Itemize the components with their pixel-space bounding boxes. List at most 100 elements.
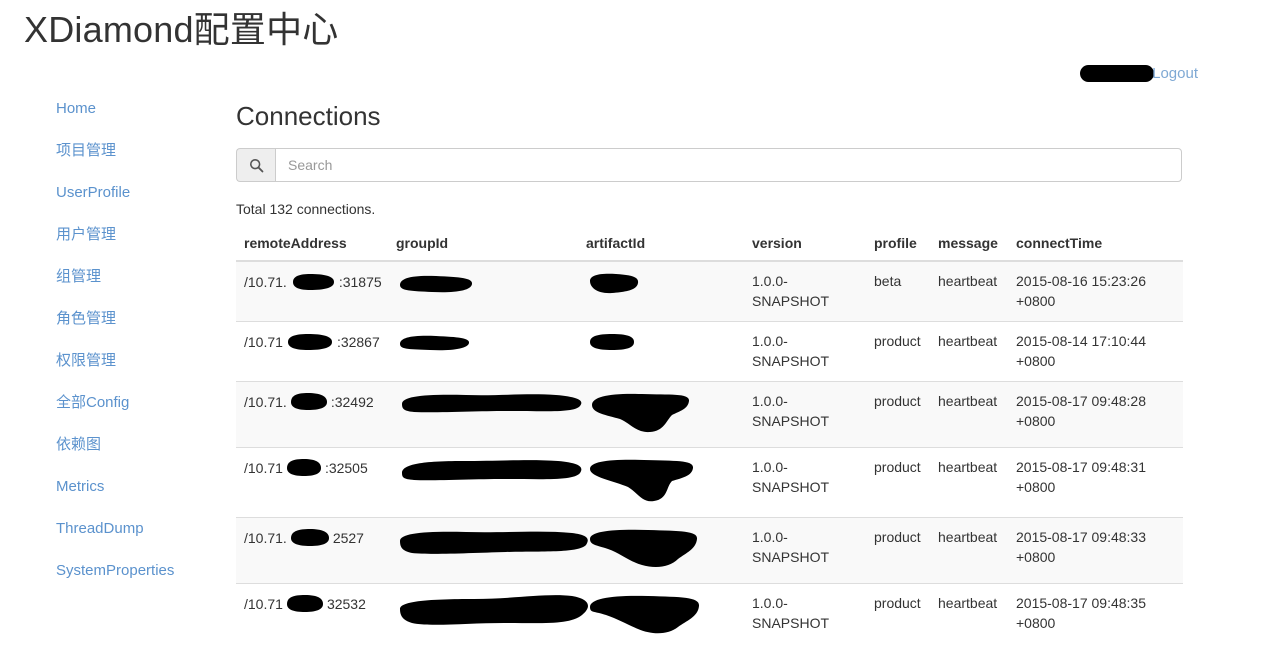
username-redaction — [1080, 65, 1154, 82]
cell-remoteaddress: /10.71. :31875 — [236, 261, 388, 322]
sidebar-item-all-config[interactable]: 全部Config — [0, 382, 226, 424]
cell-remoteaddress: /10.71. 2527 — [236, 518, 388, 584]
remote-address-port: :31875 — [339, 272, 382, 292]
cell-groupid — [388, 448, 578, 518]
cell-message: heartbeat — [930, 382, 1008, 448]
sidebar-item-dependency-graph[interactable]: 依赖图 — [0, 424, 226, 466]
cell-version: 1.0.0-SNAPSHOT — [744, 322, 866, 382]
redaction-mark-groupid — [396, 593, 596, 639]
cell-groupid — [388, 261, 578, 322]
connections-table-body: /10.71. :31875 — [236, 261, 1183, 649]
cell-artifactid — [578, 382, 744, 448]
cell-groupid — [388, 584, 578, 649]
sidebar-item-group-management[interactable]: 组管理 — [0, 256, 226, 298]
column-header-profile[interactable]: profile — [866, 227, 930, 261]
remote-address-prefix: /10.71 — [244, 458, 283, 478]
cell-connecttime: 2015-08-16 15:23:26 +0800 — [1008, 261, 1183, 322]
redaction-mark-groupid — [396, 391, 586, 421]
cell-artifactid — [578, 322, 744, 382]
cell-remoteaddress: /10.71 :32505 — [236, 448, 388, 518]
remote-address-port: :32505 — [325, 458, 368, 478]
column-header-message[interactable]: message — [930, 227, 1008, 261]
cell-version: 1.0.0-SNAPSHOT — [744, 448, 866, 518]
remote-address-port: 2527 — [333, 528, 364, 548]
redaction-mark-groupid — [396, 457, 586, 489]
table-row[interactable]: /10.71. :32492 — [236, 382, 1183, 448]
table-row[interactable]: /10.71. 2527 — [236, 518, 1183, 584]
redaction-mark-groupid — [396, 331, 474, 355]
redaction-mark-artifactid — [586, 527, 702, 573]
redaction-mark-artifactid — [586, 593, 704, 639]
cell-connecttime: 2015-08-17 09:48:31 +0800 — [1008, 448, 1183, 518]
redaction-mark-artifactid — [586, 391, 694, 437]
cell-profile: product — [866, 382, 930, 448]
cell-version: 1.0.0-SNAPSHOT — [744, 261, 866, 322]
remote-address-prefix: /10.71. — [244, 528, 287, 548]
sidebar-item-home[interactable]: Home — [0, 88, 226, 130]
remote-address-port: 32532 — [327, 594, 366, 614]
cell-profile: product — [866, 322, 930, 382]
search-input[interactable] — [275, 148, 1182, 182]
cell-groupid — [388, 518, 578, 584]
cell-connecttime: 2015-08-14 17:10:44 +0800 — [1008, 322, 1183, 382]
search-icon[interactable] — [236, 148, 275, 182]
column-header-remoteaddress[interactable]: remoteAddress — [236, 227, 388, 261]
column-header-version[interactable]: version — [744, 227, 866, 261]
sidebar-item-metrics[interactable]: Metrics — [0, 466, 226, 508]
total-connections-text: Total 132 connections. — [236, 199, 1183, 219]
cell-connecttime: 2015-08-17 09:48:35 +0800 — [1008, 584, 1183, 649]
cell-message: heartbeat — [930, 448, 1008, 518]
cell-version: 1.0.0-SNAPSHOT — [744, 518, 866, 584]
sidebar-item-user-management[interactable]: 用户管理 — [0, 214, 226, 256]
remote-address-prefix: /10.71 — [244, 332, 283, 352]
connections-table: remoteAddress groupId artifactId version… — [236, 227, 1183, 649]
cell-artifactid — [578, 448, 744, 518]
remote-address-prefix: /10.71. — [244, 272, 287, 292]
column-header-groupid[interactable]: groupId — [388, 227, 578, 261]
table-row[interactable]: /10.71 32532 — [236, 584, 1183, 649]
cell-message: heartbeat — [930, 322, 1008, 382]
page-title: XDiamond配置中心 — [24, 8, 338, 52]
remote-address-prefix: /10.71 — [244, 594, 283, 614]
cell-message: heartbeat — [930, 518, 1008, 584]
redaction-mark-artifactid — [586, 457, 698, 507]
redaction-mark-groupid — [396, 527, 592, 561]
sidebar-item-project[interactable]: 项目管理 — [0, 130, 226, 172]
sidebar-item-userprofile[interactable]: UserProfile — [0, 172, 226, 214]
redaction-mark-address — [284, 331, 336, 353]
cell-message: heartbeat — [930, 261, 1008, 322]
cell-connecttime: 2015-08-17 09:48:28 +0800 — [1008, 382, 1183, 448]
column-header-artifactid[interactable]: artifactId — [578, 227, 744, 261]
sidebar-item-permission[interactable]: 权限管理 — [0, 340, 226, 382]
cell-remoteaddress: /10.71 32532 — [236, 584, 388, 649]
account-strip: Logout — [1080, 62, 1198, 84]
sidebar-item-threaddump[interactable]: ThreadDump — [0, 508, 226, 550]
search-bar — [236, 148, 1182, 182]
cell-artifactid — [578, 584, 744, 649]
cell-version: 1.0.0-SNAPSHOT — [744, 382, 866, 448]
cell-profile: product — [866, 518, 930, 584]
redaction-mark-groupid — [396, 271, 476, 297]
cell-groupid — [388, 382, 578, 448]
redaction-mark-address — [284, 457, 324, 479]
cell-connecttime: 2015-08-17 09:48:33 +0800 — [1008, 518, 1183, 584]
redaction-mark-artifactid — [586, 331, 638, 353]
cell-groupid — [388, 322, 578, 382]
redaction-mark-address — [288, 527, 332, 549]
cell-artifactid — [578, 261, 744, 322]
table-row[interactable]: /10.71 :32867 — [236, 322, 1183, 382]
cell-remoteaddress: /10.71. :32492 — [236, 382, 388, 448]
remote-address-port: :32867 — [337, 332, 380, 352]
table-row[interactable]: /10.71 :32505 — [236, 448, 1183, 518]
logout-link[interactable]: Logout — [1152, 65, 1198, 82]
cell-artifactid — [578, 518, 744, 584]
column-header-connecttime[interactable]: connectTime — [1008, 227, 1183, 261]
sidebar-item-systemproperties[interactable]: SystemProperties — [0, 550, 226, 592]
sidebar-item-role-management[interactable]: 角色管理 — [0, 298, 226, 340]
redaction-mark-address — [288, 391, 330, 413]
cell-remoteaddress: /10.71 :32867 — [236, 322, 388, 382]
cell-version: 1.0.0-SNAPSHOT — [744, 584, 866, 649]
cell-profile: product — [866, 584, 930, 649]
table-row[interactable]: /10.71. :31875 — [236, 261, 1183, 322]
remote-address-port: :32492 — [331, 392, 374, 412]
